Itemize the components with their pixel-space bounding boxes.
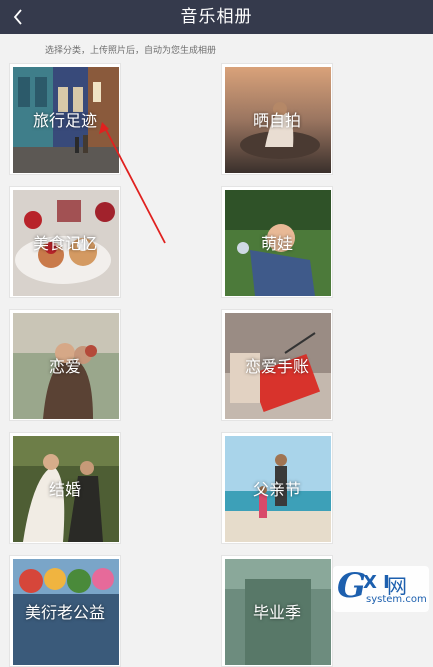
- category-card-wedding[interactable]: 结婚: [9, 432, 121, 544]
- watermark-logo: G X I 网 system.com: [333, 566, 429, 612]
- watermark-site: system.com: [366, 594, 427, 605]
- category-label: 毕业季: [252, 603, 301, 622]
- watermark-xi: X I: [363, 572, 390, 593]
- header-bar: 音乐相册: [0, 0, 433, 34]
- instruction-text: 选择分类，上传照片后，自动为您生成相册: [45, 46, 217, 56]
- category-label: 结婚: [48, 480, 81, 499]
- category-label: 恋爱手账: [244, 357, 309, 376]
- category-card-love-journal[interactable]: 恋爱手账: [221, 309, 333, 421]
- category-label: 恋爱: [48, 357, 81, 376]
- watermark-g: G: [337, 566, 367, 606]
- category-card-selfie[interactable]: 晒自拍: [221, 63, 333, 175]
- category-label: 旅行足迹: [32, 111, 97, 130]
- category-card-fathers-day[interactable]: 父亲节: [221, 432, 333, 544]
- category-card-love[interactable]: 恋爱: [9, 309, 121, 421]
- category-label: 萌娃: [260, 234, 293, 253]
- page-title: 音乐相册: [180, 7, 253, 27]
- category-label: 美食记忆: [32, 234, 97, 253]
- category-label: 晒自拍: [252, 111, 301, 130]
- category-label: 美衍老公益: [24, 603, 105, 622]
- category-card-baby[interactable]: 萌娃: [221, 186, 333, 298]
- category-card-food[interactable]: 美食记忆: [9, 186, 121, 298]
- category-card-travel[interactable]: 旅行足迹: [9, 63, 121, 175]
- category-label: 父亲节: [252, 480, 301, 499]
- category-card-charity[interactable]: 美衍老公益: [9, 555, 121, 667]
- category-card-graduation[interactable]: 毕业季: [221, 555, 333, 667]
